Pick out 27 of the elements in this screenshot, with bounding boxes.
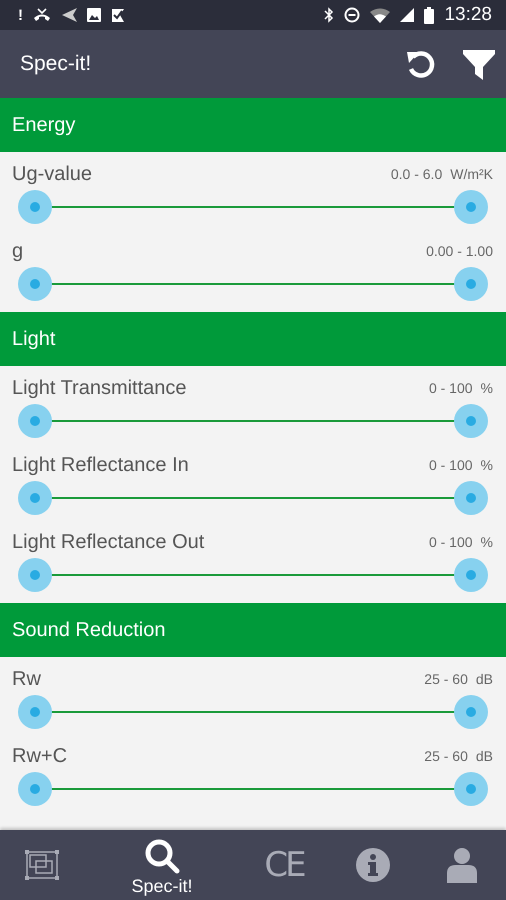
- range-value: 0.0 - 6.0: [390, 166, 442, 182]
- unit-label: %: [480, 457, 493, 473]
- filter-label: g: [12, 240, 24, 262]
- app-title: Spec-it!: [20, 52, 92, 76]
- range-value: 25 - 60: [424, 671, 468, 687]
- filter-label: Light Reflectance Out: [12, 530, 204, 554]
- clock-time: 13:28: [444, 4, 492, 26]
- unit-label: dB: [476, 671, 493, 687]
- filter-label: Ug-value: [12, 162, 92, 186]
- filter-label: Rw: [12, 668, 41, 690]
- alert-indicator: !: [18, 6, 23, 24]
- range-value: 0.00 - 1.00: [426, 243, 493, 259]
- filter-label: Light Reflectance In: [12, 454, 189, 476]
- filter-label: Light Transmittance: [12, 376, 187, 400]
- unit-label: dB: [476, 748, 493, 764]
- unit-label: W/m²K: [450, 166, 493, 182]
- range-value: 0 - 100: [428, 380, 473, 396]
- section-title: Light: [12, 328, 56, 350]
- range-value: 0 - 100: [428, 457, 473, 473]
- section-title: Energy: [12, 114, 76, 136]
- range-value: 25 - 60: [424, 748, 468, 764]
- unit-label: %: [480, 380, 493, 396]
- range-value: 0 - 100: [428, 534, 473, 550]
- filter-label: Rw+C: [12, 744, 68, 768]
- ce-mark: CE: [264, 845, 304, 885]
- unit-label: %: [480, 534, 493, 550]
- section-title: Sound Reduction: [12, 618, 166, 642]
